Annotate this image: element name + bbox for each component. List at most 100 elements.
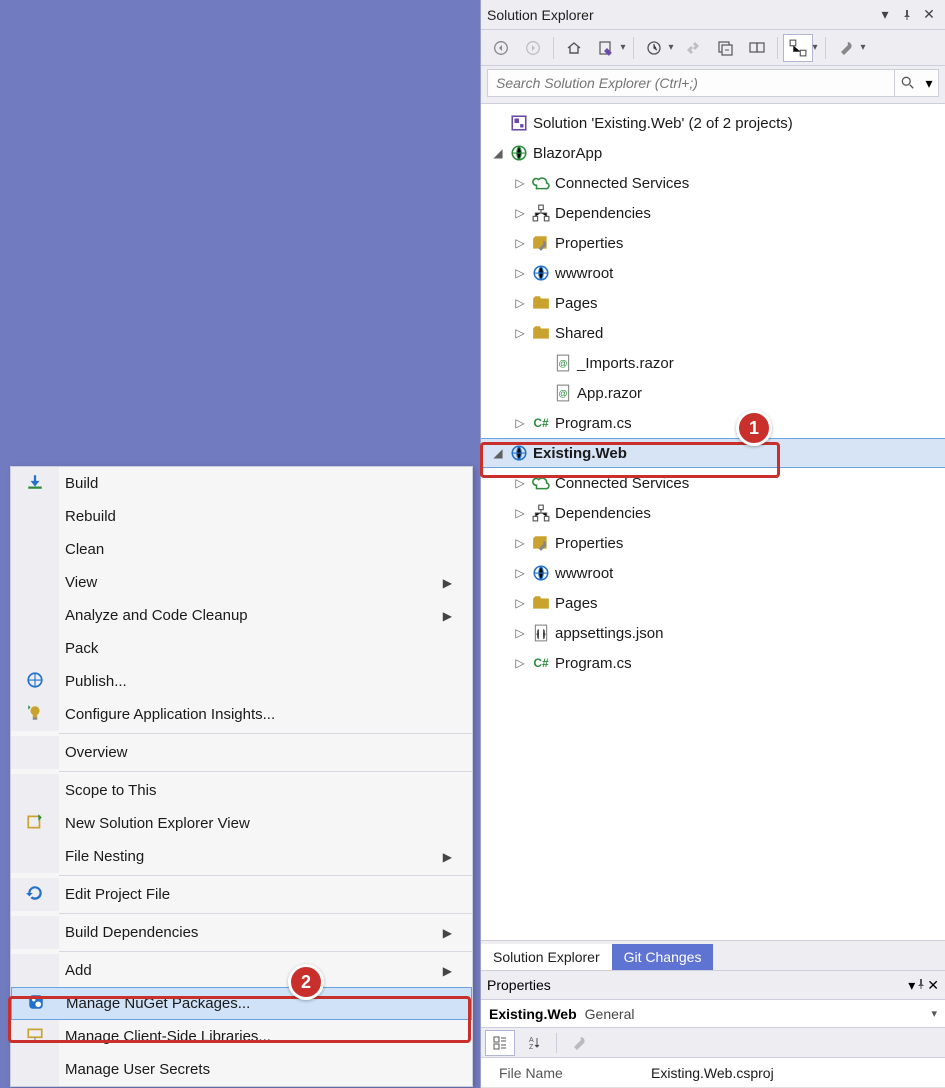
switch-views-button[interactable] [591,34,621,62]
tree-pages[interactable]: ▷ Pages [481,288,945,318]
tab-solution-explorer[interactable]: Solution Explorer [481,944,612,970]
csharp-icon: C# [531,653,551,673]
properties-title: Properties [487,977,908,993]
build-icon [26,473,44,494]
menu-manage-nuget[interactable]: Manage NuGet Packages... [11,987,472,1020]
pin-icon[interactable] [897,5,917,25]
expand-icon[interactable]: ▷ [509,506,531,520]
tree-properties[interactable]: ▷ Properties [481,228,945,258]
tree-connected-services[interactable]: ▷ Connected Services [481,468,945,498]
menu-user-secrets[interactable]: Manage User Secrets [11,1053,472,1086]
collapse-all-button[interactable] [710,34,740,62]
tree-program-cs[interactable]: ▷ C# Program.cs [481,648,945,678]
sync-button[interactable] [678,34,708,62]
solution-node[interactable]: Solution 'Existing.Web' (2 of 2 projects… [481,108,945,138]
properties-row[interactable]: File Name Existing.Web.csproj [481,1058,945,1088]
menu-analyze[interactable]: Analyze and Code Cleanup ▶ [11,599,472,632]
expand-icon[interactable]: ▷ [509,266,531,280]
menu-separator [59,913,472,914]
menu-pack[interactable]: Pack [11,632,472,665]
tree-dependencies[interactable]: ▷ Dependencies [481,498,945,528]
tree-connected-services[interactable]: ▷ Connected Services [481,168,945,198]
search-input[interactable] [488,75,894,91]
menu-new-view[interactable]: New Solution Explorer View [11,807,472,840]
dropdown-icon[interactable]: ▾ [811,42,819,53]
tree-app-razor[interactable]: @ App.razor [481,378,945,408]
properties-item-type: General [585,1006,932,1022]
tree-wwwroot[interactable]: ▷ wwwroot [481,258,945,288]
dependencies-icon [531,203,551,223]
back-button[interactable] [486,34,516,62]
pin-icon[interactable] [915,977,927,993]
tree-dependencies[interactable]: ▷ Dependencies [481,198,945,228]
expand-icon[interactable]: ▷ [509,626,531,640]
project-blazorapp[interactable]: ◢ BlazorApp [481,138,945,168]
expand-icon[interactable]: ▷ [509,236,531,250]
alphabetical-button[interactable]: AZ [519,1030,549,1056]
tree-wwwroot[interactable]: ▷ wwwroot [481,558,945,588]
svg-text:A: A [529,1037,534,1044]
project-context-menu: Build Rebuild Clean View ▶ Analyze and C… [10,466,473,1087]
menu-publish[interactable]: Publish... [11,665,472,698]
expand-icon[interactable]: ◢ [487,146,509,160]
menu-build-deps[interactable]: Build Dependencies ▶ [11,916,472,949]
expand-icon[interactable]: ▷ [509,416,531,430]
submenu-arrow-icon: ▶ [443,926,452,940]
menu-separator [59,875,472,876]
menu-client-libs[interactable]: Manage Client-Side Libraries... [11,1020,472,1053]
properties-button[interactable] [831,34,861,62]
toolbar-separator [556,1033,557,1053]
submenu-arrow-icon: ▶ [443,964,452,978]
menu-edit-project[interactable]: Edit Project File [11,878,472,911]
menu-clean[interactable]: Clean [11,533,472,566]
dropdown-icon[interactable]: ▾ [859,42,867,53]
expand-icon[interactable]: ◢ [487,446,509,460]
menu-rebuild[interactable]: Rebuild [11,500,472,533]
menu-add[interactable]: Add ▶ [11,954,472,987]
dependencies-icon [531,503,551,523]
tree-program-cs[interactable]: ▷ C# Program.cs [481,408,945,438]
tree-shared[interactable]: ▷ Shared [481,318,945,348]
expand-icon[interactable]: ▷ [509,566,531,580]
menu-build[interactable]: Build [11,467,472,500]
tree-pages[interactable]: ▷ Pages [481,588,945,618]
connected-services-icon [531,173,551,193]
expand-icon[interactable]: ▷ [509,176,531,190]
wrench-button[interactable] [564,1030,594,1056]
tab-git-changes[interactable]: Git Changes [612,944,714,970]
close-icon[interactable]: ✕ [919,5,939,25]
forward-button[interactable] [518,34,548,62]
expand-icon[interactable]: ▷ [509,536,531,550]
globe-icon [531,563,551,583]
home-button[interactable] [559,34,589,62]
expand-icon[interactable]: ▷ [509,206,531,220]
close-icon[interactable]: ✕ [927,977,939,994]
tree-imports-razor[interactable]: @ _Imports.razor [481,348,945,378]
menu-view[interactable]: View ▶ [11,566,472,599]
pending-changes-button[interactable] [639,34,669,62]
track-active-button[interactable] [783,34,813,62]
show-all-button[interactable] [742,34,772,62]
expand-icon[interactable]: ▷ [509,296,531,310]
dropdown-icon[interactable]: ▾ [667,42,675,53]
window-dropdown-icon[interactable]: ▾ [908,977,915,994]
menu-insights[interactable]: Configure Application Insights... [11,698,472,731]
menu-file-nesting[interactable]: File Nesting ▶ [11,840,472,873]
expand-icon[interactable]: ▷ [509,476,531,490]
submenu-arrow-icon: ▶ [443,850,452,864]
search-dropdown-icon[interactable]: ▾ [920,70,938,96]
expand-icon[interactable]: ▷ [509,326,531,340]
categorized-button[interactable] [485,1030,515,1056]
properties-item-name: Existing.Web [489,1006,577,1022]
tree-properties[interactable]: ▷ Properties [481,528,945,558]
expand-icon[interactable]: ▷ [509,656,531,670]
search-icon[interactable] [894,70,920,96]
menu-overview[interactable]: Overview [11,736,472,769]
dropdown-icon[interactable]: ▾ [619,42,627,53]
expand-icon[interactable]: ▷ [509,596,531,610]
window-dropdown-icon[interactable]: ▾ [875,5,895,25]
properties-selector[interactable]: Existing.Web General ▾ [481,1000,945,1028]
tree-appsettings[interactable]: ▷ appsettings.json [481,618,945,648]
project-existing-web[interactable]: ◢ Existing.Web [481,438,945,468]
menu-scope[interactable]: Scope to This [11,774,472,807]
